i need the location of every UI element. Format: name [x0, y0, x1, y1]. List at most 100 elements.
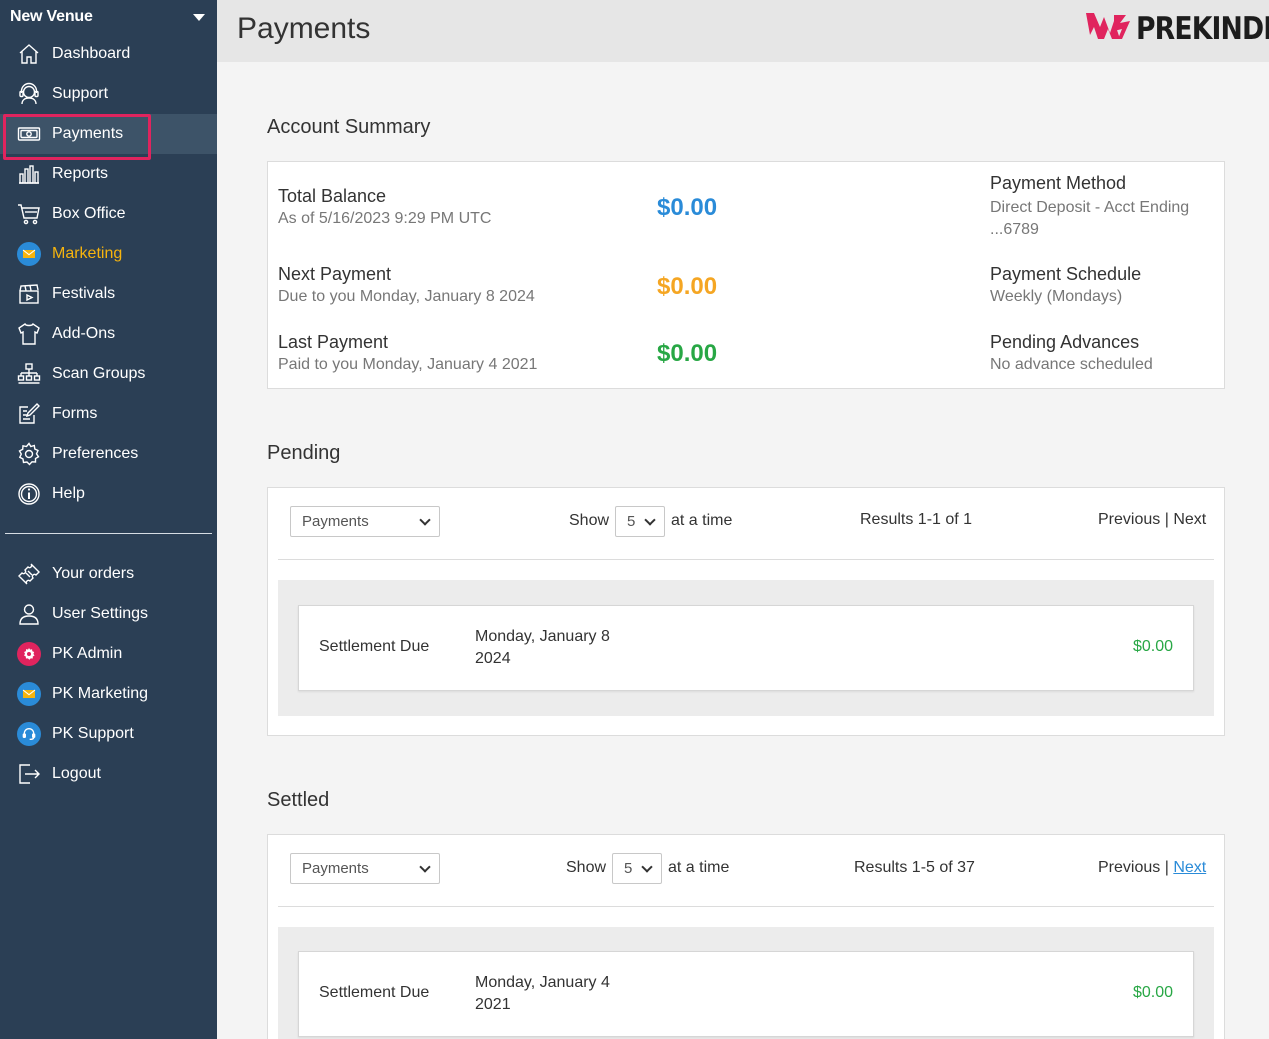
settled-at-a-time-label: at a time	[668, 859, 730, 876]
pending-title: Pending	[267, 442, 341, 464]
sidebar-item-label: Add-Ons	[52, 325, 116, 342]
cash-icon	[16, 121, 42, 147]
sidebar-item-preferences[interactable]: Preferences	[0, 434, 217, 474]
org-chart-icon	[16, 361, 42, 387]
sidebar: New Venue Dashboard Support Payments Rep…	[0, 0, 217, 1039]
venue-selector[interactable]: New Venue	[0, 0, 217, 34]
item-amount: $0.00	[1132, 638, 1173, 655]
edit-form-icon	[16, 401, 42, 427]
pending-show-label: Show	[569, 512, 610, 529]
page-header: Payments PREKINDLE	[217, 0, 1269, 62]
sidebar-item-marketing[interactable]: Marketing	[0, 234, 217, 274]
pending-advances-label: Pending Advances	[990, 332, 1140, 352]
settled-title: Settled	[267, 789, 330, 811]
pending-advances-value: No advance scheduled	[990, 356, 1153, 373]
logo-text: PREKINDLE	[1136, 10, 1269, 47]
chevron-down-icon	[193, 13, 205, 21]
item-date: Monday, January 4 2021	[475, 974, 610, 1013]
settled-next-link[interactable]: Next	[1173, 859, 1206, 876]
pagination-separator: |	[1164, 859, 1169, 876]
sidebar-item-festivals[interactable]: Festivals	[0, 274, 217, 314]
sidebar-item-label: Forms	[52, 405, 98, 422]
sidebar-item-label: Preferences	[52, 445, 139, 462]
sidebar-item-scan-groups[interactable]: Scan Groups	[0, 354, 217, 394]
item-date: Monday, January 8 2024	[475, 628, 610, 667]
account-summary-card: Total Balance As of 5/16/2023 9:29 PM UT…	[267, 161, 1225, 389]
total-balance-amount: $0.00	[657, 194, 718, 221]
sidebar-item-pk-admin[interactable]: PK Admin	[0, 634, 217, 674]
home-icon	[16, 41, 42, 67]
sidebar-item-label: Help	[52, 485, 85, 502]
payment-schedule-block: Payment Schedule Weekly (Mondays)	[990, 264, 1210, 306]
sidebar-item-logout[interactable]: Logout	[0, 754, 217, 794]
sidebar-item-user-settings[interactable]: User Settings	[0, 594, 217, 634]
settled-previous-link[interactable]: Previous	[1098, 859, 1160, 876]
pending-results-count: Results 1-1 of 1	[860, 511, 973, 528]
pending-previous-link[interactable]: Previous	[1098, 511, 1160, 528]
pending-at-a-time-label: at a time	[671, 512, 733, 529]
prekindle-flame-icon	[1084, 9, 1134, 48]
pending-toolbar: Payments Show 5 at a time Results 1-1 of…	[278, 488, 1214, 560]
settled-pagination: Previous | Next	[1098, 859, 1206, 877]
gear-icon	[16, 441, 42, 467]
chevron-down-icon	[419, 513, 431, 526]
list-item[interactable]: Settlement Due Monday, January 8 2024 $0…	[298, 605, 1194, 691]
main-content: Account Summary Total Balance As of 5/16…	[217, 62, 1269, 1039]
pending-advances-block: Pending Advances No advance scheduled	[990, 332, 1210, 374]
settled-results-count: Results 1-5 of 37	[854, 859, 975, 876]
sidebar-item-support[interactable]: Support	[0, 74, 217, 114]
pending-page-size-select[interactable]: 5	[615, 506, 665, 537]
pending-card: Payments Show 5 at a time Results 1-1 of…	[267, 487, 1225, 736]
sidebar-item-reports[interactable]: Reports	[0, 154, 217, 194]
sidebar-item-add-ons[interactable]: Add-Ons	[0, 314, 217, 354]
pending-list: Settlement Due Monday, January 8 2024 $0…	[278, 580, 1214, 716]
cart-icon	[16, 201, 42, 227]
sidebar-item-your-orders[interactable]: Your orders	[0, 554, 217, 594]
pending-pagination: Previous | Next	[1098, 511, 1206, 529]
bar-chart-icon	[16, 161, 42, 187]
sidebar-item-label: User Settings	[52, 605, 149, 622]
headset-icon	[16, 81, 42, 107]
sidebar-item-forms[interactable]: Forms	[0, 394, 217, 434]
chevron-down-icon	[419, 860, 431, 873]
settled-filter-select[interactable]: Payments	[290, 853, 440, 884]
pending-next-link[interactable]: Next	[1173, 511, 1206, 528]
sidebar-item-label: Support	[52, 85, 109, 102]
venue-name: New Venue	[10, 8, 93, 25]
sidebar-item-pk-support[interactable]: PK Support	[0, 714, 217, 754]
sidebar-item-label: Marketing	[52, 245, 123, 262]
item-type: Settlement Due	[319, 984, 430, 1001]
sidebar-item-label: PK Marketing	[52, 685, 149, 702]
sidebar-item-label: Dashboard	[52, 45, 131, 62]
account-summary-title: Account Summary	[267, 116, 431, 138]
sidebar-item-label: Payments	[52, 125, 124, 142]
settled-list: Settlement Due Monday, January 4 2021 $0…	[278, 927, 1214, 1039]
payment-schedule-label: Payment Schedule	[990, 264, 1142, 284]
user-icon	[16, 601, 42, 627]
sidebar-divider	[5, 533, 212, 534]
sidebar-item-dashboard[interactable]: Dashboard	[0, 34, 217, 74]
sidebar-item-label: Your orders	[52, 565, 135, 582]
mail-icon	[16, 241, 42, 267]
pending-page-size-value: 5	[627, 513, 636, 530]
clapperboard-icon	[16, 281, 42, 307]
chevron-down-icon	[644, 513, 656, 526]
sidebar-item-payments[interactable]: Payments	[0, 114, 217, 160]
sidebar-item-pk-marketing[interactable]: PK Marketing	[0, 674, 217, 714]
prekindle-logo[interactable]: PREKINDLE	[1084, 9, 1269, 48]
sidebar-item-help[interactable]: Help	[0, 474, 217, 514]
next-payment-amount: $0.00	[657, 273, 718, 300]
sidebar-item-box-office[interactable]: Box Office	[0, 194, 217, 234]
logout-icon	[16, 761, 42, 787]
payment-schedule-value: Weekly (Mondays)	[990, 288, 1123, 305]
item-amount: $0.00	[1132, 984, 1173, 1001]
headset-icon	[16, 721, 42, 747]
payment-method-value: Direct Deposit - Acct Ending ...6789	[990, 199, 1190, 238]
mail-icon	[16, 681, 42, 707]
pending-filter-value: Payments	[302, 513, 369, 530]
settled-page-size-select[interactable]: 5	[612, 853, 662, 884]
pending-filter-select[interactable]: Payments	[290, 506, 440, 537]
chevron-down-icon	[641, 860, 653, 873]
list-item[interactable]: Settlement Due Monday, January 4 2021 $0…	[298, 951, 1194, 1037]
sidebar-item-label: PK Support	[52, 725, 134, 742]
